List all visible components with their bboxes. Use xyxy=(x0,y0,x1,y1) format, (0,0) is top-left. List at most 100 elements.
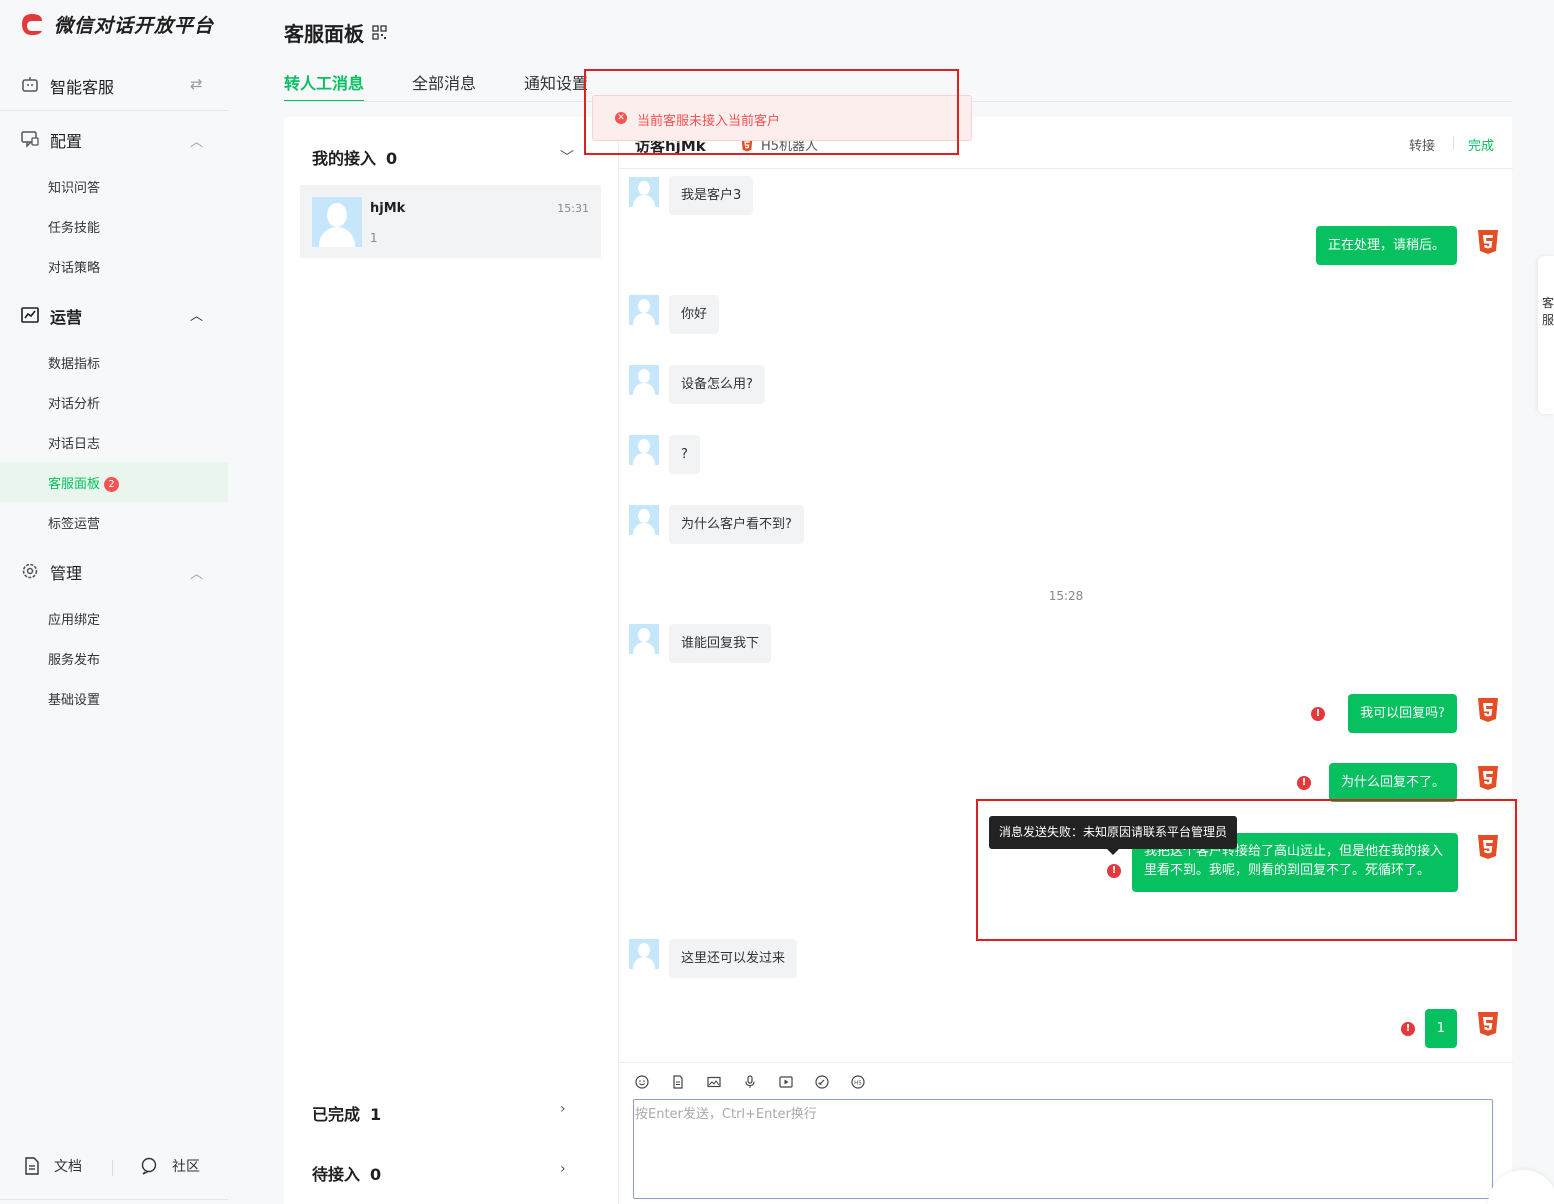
message-in: ? xyxy=(669,435,700,474)
message-text: 谁能回复我下 xyxy=(669,624,772,663)
html5-icon xyxy=(1478,698,1498,722)
sidebar-item-label: 服务发布 xyxy=(48,653,101,668)
unread-badge: 2 xyxy=(104,477,120,492)
avatar xyxy=(629,365,659,395)
nav-group-config[interactable]: 配置 ︿ xyxy=(0,126,228,152)
sidebar-item-task-skills[interactable]: 任务技能 xyxy=(0,206,228,246)
composer-divider xyxy=(619,1062,1513,1063)
sidebar: 微信对话开放平台 智能客服 ⇄ 配置 ︿ 知识问答 任务技能 对话策略 运营 ︿… xyxy=(0,0,228,1204)
chevron-right-icon[interactable]: › xyxy=(560,1101,566,1117)
finish-button[interactable]: 完成 xyxy=(1468,135,1494,154)
session-unread: 1 xyxy=(370,231,378,245)
chevron-right-icon[interactable]: › xyxy=(560,1161,566,1177)
page-title: 客服面板 xyxy=(284,18,387,47)
sidebar-item-service-publish[interactable]: 服务发布 xyxy=(0,638,228,678)
svg-text:H5: H5 xyxy=(854,1080,862,1086)
sidebar-item-dialog-log[interactable]: 对话日志 xyxy=(0,422,228,462)
group-waiting[interactable]: 待接入 0 xyxy=(312,1161,381,1185)
page-title-text: 客服面板 xyxy=(284,22,364,46)
sidebar-item-service-panel[interactable]: 客服面板 2 xyxy=(0,462,228,502)
app-logo[interactable]: 微信对话开放平台 xyxy=(18,10,214,38)
microphone-icon[interactable] xyxy=(743,1075,757,1089)
group-label: 待接入 xyxy=(312,1165,361,1184)
sidebar-item-basic-settings[interactable]: 基础设置 xyxy=(0,678,228,718)
chat-panel: 访客hjMk H5机器人 转接 完成 我是客户3 正在处理，请稍后。 你好 设备… xyxy=(618,117,1513,1204)
chevron-up-icon[interactable]: ︿ xyxy=(190,305,203,324)
sidebar-item-data-metrics[interactable]: 数据指标 xyxy=(0,342,228,382)
nav-group-label: 配置 xyxy=(50,132,83,151)
community-link[interactable]: 社区 xyxy=(140,1156,200,1176)
file-icon[interactable] xyxy=(671,1075,685,1089)
message-out: 1 xyxy=(1424,1009,1457,1048)
message-text: 你好 xyxy=(669,295,720,334)
sidebar-item-dialog-analysis[interactable]: 对话分析 xyxy=(0,382,228,422)
message-text: 为什么回复不了。 xyxy=(1328,763,1457,802)
sidebar-item-tag-ops[interactable]: 标签运营 xyxy=(0,502,228,542)
docs-link[interactable]: 文档 xyxy=(24,1156,82,1176)
tab-all-messages[interactable]: 全部消息 xyxy=(412,70,476,102)
message-text: 正在处理，请稍后。 xyxy=(1315,226,1457,265)
message-text: 这里还可以发过来 xyxy=(669,939,798,978)
send-failed-icon[interactable]: ! xyxy=(1311,707,1325,721)
chevron-up-icon[interactable]: ︿ xyxy=(190,563,203,582)
send-failed-icon[interactable]: ! xyxy=(1401,1022,1415,1036)
group-label: 已完成 xyxy=(312,1105,361,1124)
chevron-down-icon[interactable]: ﹀ xyxy=(560,147,574,167)
sidebar-item-app-binding[interactable]: 应用绑定 xyxy=(0,598,228,638)
avatar xyxy=(629,295,659,325)
chevron-up-icon[interactable]: ︿ xyxy=(190,131,203,150)
video-icon[interactable] xyxy=(779,1075,793,1089)
swap-icon[interactable]: ⇄ xyxy=(190,75,203,93)
community-label: 社区 xyxy=(172,1159,200,1175)
qrcode-icon[interactable] xyxy=(372,25,387,40)
app-name: 微信对话开放平台 xyxy=(54,14,215,37)
session-item[interactable]: hjMk 15:31 1 xyxy=(300,185,601,258)
tab-notification-settings[interactable]: 通知设置 xyxy=(524,70,588,102)
tab-bar: 转人工消息 全部消息 通知设置 xyxy=(284,70,588,102)
message-in: 这里还可以发过来 xyxy=(669,939,798,978)
send-failed-icon[interactable]: ! xyxy=(1297,776,1311,790)
sidebar-item-text: 客服面板 xyxy=(48,477,101,492)
image-icon[interactable] xyxy=(707,1075,721,1089)
h5-card-icon[interactable]: H5 xyxy=(851,1075,865,1089)
action-divider xyxy=(1453,136,1454,150)
html5-icon xyxy=(1478,230,1498,254)
sidebar-item-label: 对话分析 xyxy=(48,397,101,412)
message-in: 我是客户3 xyxy=(669,176,754,215)
group-count: 0 xyxy=(386,149,398,168)
sidebar-item-label: 对话日志 xyxy=(48,437,101,452)
floating-service-tab[interactable]: 客服 xyxy=(1538,256,1554,414)
sidebar-item-dialog-strategy[interactable]: 对话策略 xyxy=(0,246,228,286)
time-separator: 15:28 xyxy=(1048,589,1084,603)
tab-transfer-messages[interactable]: 转人工消息 xyxy=(284,70,365,102)
emoji-icon[interactable] xyxy=(635,1075,649,1089)
group-my-sessions[interactable]: 我的接入 0 xyxy=(312,145,397,169)
sidebar-item-knowledge-qa[interactable]: 知识问答 xyxy=(0,166,228,206)
message-text: 我是客户3 xyxy=(669,176,754,215)
message-text: 1 xyxy=(1424,1009,1457,1048)
nav-group-operations[interactable]: 运营 ︿ xyxy=(0,302,228,328)
transfer-button[interactable]: 转接 xyxy=(1409,135,1435,154)
nav-group-label: 管理 xyxy=(50,564,83,583)
robot-icon xyxy=(22,77,38,92)
sidebar-item-label: 数据指标 xyxy=(48,357,101,372)
html5-icon xyxy=(1478,1012,1498,1036)
html5-icon xyxy=(1478,766,1498,790)
message-input[interactable]: 按Enter发送，Ctrl+Enter换行 xyxy=(633,1099,1493,1199)
avatar xyxy=(629,505,659,535)
session-time: 15:31 xyxy=(557,202,589,215)
message-text: 为什么客户看不到? xyxy=(669,505,804,544)
avatar xyxy=(629,624,659,654)
nav-smart-service[interactable]: 智能客服 ⇄ xyxy=(0,72,228,98)
link-icon[interactable] xyxy=(815,1075,829,1089)
group-count: 1 xyxy=(370,1105,382,1124)
message-text: ? xyxy=(669,435,700,474)
message-out: 为什么回复不了。 xyxy=(1328,763,1457,802)
avatar xyxy=(629,939,659,969)
docs-label: 文档 xyxy=(54,1159,82,1175)
nav-group-management[interactable]: 管理 ︿ xyxy=(0,558,228,584)
message-in: 为什么客户看不到? xyxy=(669,505,804,544)
message-out: 正在处理，请稍后。 xyxy=(1315,226,1457,265)
group-done[interactable]: 已完成 1 xyxy=(312,1101,381,1125)
sidebar-item-label: 基础设置 xyxy=(48,693,101,708)
